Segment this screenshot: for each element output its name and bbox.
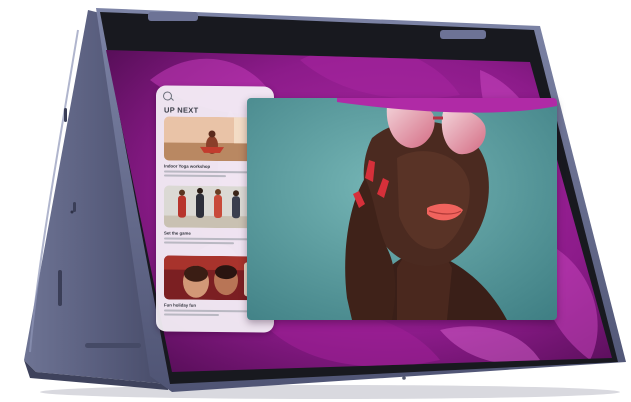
- hinge-left: [148, 12, 198, 21]
- ground-shadow: [40, 385, 620, 399]
- search-icon[interactable]: [163, 91, 172, 101]
- speaker-grille: [85, 343, 141, 348]
- side-port: [58, 270, 62, 306]
- laptop-scene: UP NEXT Indoor Yoga workshop Set the gam…: [0, 0, 631, 402]
- up-next-title: UP NEXT: [164, 105, 199, 115]
- webcam-icon: [402, 376, 406, 380]
- video-player-window[interactable]: [247, 98, 557, 320]
- hinge-right: [440, 30, 486, 39]
- portrait-image: [247, 98, 557, 320]
